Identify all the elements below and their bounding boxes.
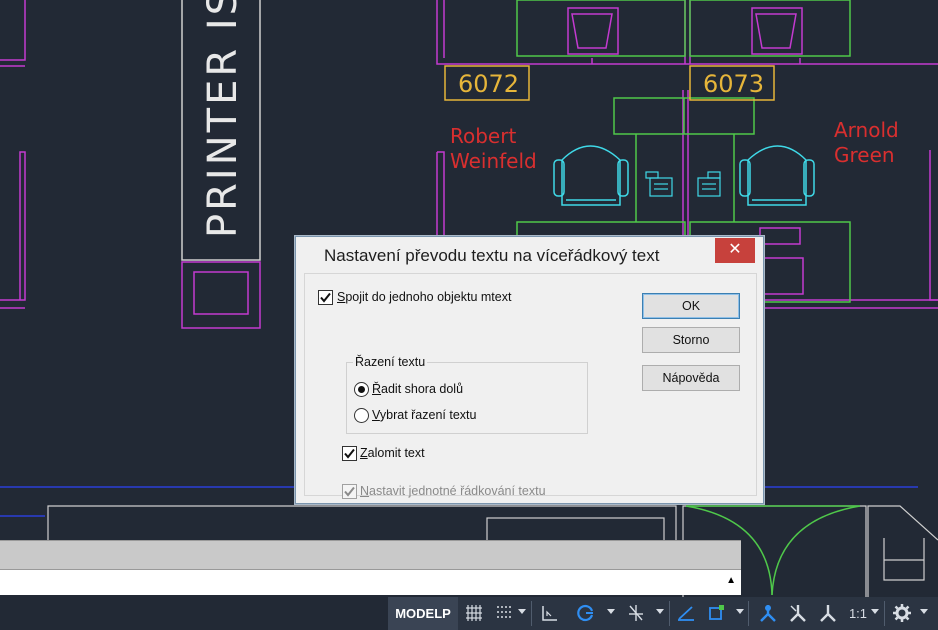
phone-icon [645, 171, 673, 197]
annotation-scale-icon[interactable] [818, 603, 838, 623]
svg-text:6073: 6073 [703, 70, 764, 98]
annotation-scale-value[interactable]: 1:1 [846, 597, 870, 630]
chair-icon [739, 145, 815, 206]
wrap-text-label[interactable]: Zalomit text [360, 446, 425, 460]
status-separator [748, 601, 749, 626]
command-history-bar[interactable] [0, 540, 741, 569]
ortho-icon[interactable] [540, 603, 560, 623]
radio-selected-dot [358, 386, 365, 393]
svg-text:Green: Green [834, 143, 895, 167]
svg-text:6072: 6072 [458, 70, 519, 98]
person-name-right: Arnold Green [834, 118, 899, 167]
uniform-line-spacing-checkbox [342, 484, 357, 499]
settings-gear-icon[interactable] [892, 603, 912, 623]
sort-text-group [346, 362, 588, 434]
autoscale-icon[interactable] [788, 603, 808, 623]
scale-dropdown-icon[interactable] [871, 609, 879, 614]
customization-dropdown-icon[interactable] [920, 609, 928, 614]
status-separator [669, 601, 670, 626]
isodraft-dropdown-icon[interactable] [656, 609, 664, 614]
snap-icon[interactable] [494, 603, 514, 623]
dialog-titlebar[interactable]: Nastavení převodu textu na víceřádkový t… [296, 237, 763, 273]
combine-mtext-checkbox[interactable] [318, 290, 333, 305]
printer-label: PRINTER IS [200, 0, 246, 238]
room-tag-6073: 6073 [689, 65, 775, 101]
ok-button[interactable]: OK [642, 293, 740, 319]
phone-icon [697, 171, 721, 197]
checkmark-icon [320, 292, 331, 303]
person-name-left: Robert Weinfeld [450, 124, 537, 173]
annotation-visibility-icon[interactable] [758, 603, 778, 623]
close-icon[interactable]: ✕ [715, 238, 755, 263]
object-snap-icon[interactable] [706, 603, 726, 623]
command-history-up-icon[interactable]: ▲ [726, 575, 736, 586]
model-space-toggle[interactable]: MODELP [388, 597, 458, 630]
select-sort-order-label[interactable]: Vybrat řazení textu [372, 408, 476, 422]
checkmark-icon [344, 486, 355, 497]
dialog-body: Spojit do jednoho objektu mtext Řazení t… [304, 273, 757, 499]
chair-icon [553, 145, 629, 206]
dialog-title: Nastavení převodu textu na víceřádkový t… [324, 246, 660, 265]
svg-text:Weinfeld: Weinfeld [450, 149, 537, 173]
cancel-button[interactable]: Storno [642, 327, 740, 353]
polar-dropdown-icon[interactable] [607, 609, 615, 614]
select-sort-order-radio[interactable] [354, 408, 369, 423]
left-cubicle-walls [0, 0, 26, 309]
polar-icon[interactable] [576, 603, 596, 623]
combine-mtext-label[interactable]: Spojit do jednoho objektu mtext [337, 290, 511, 304]
grid-icon[interactable] [464, 603, 484, 623]
wrap-text-checkbox[interactable] [342, 446, 357, 461]
status-separator [884, 601, 885, 626]
svg-text:Robert: Robert [450, 124, 516, 148]
snap-dropdown-icon[interactable] [518, 609, 526, 614]
sort-text-group-label: Řazení textu [353, 355, 428, 369]
isodraft-icon[interactable] [626, 603, 646, 623]
object-snap-dropdown-icon[interactable] [736, 609, 744, 614]
checkmark-icon [344, 448, 355, 459]
help-button[interactable]: Nápověda [642, 365, 740, 391]
object-snap-tracking-icon[interactable] [676, 603, 696, 623]
status-bar: MODELP 1:1 [388, 597, 938, 630]
svg-text:Arnold: Arnold [834, 118, 899, 142]
room-tag-6072: 6072 [444, 65, 530, 101]
uniform-line-spacing-label: Nastavit jednotné řádkování textu [360, 484, 546, 498]
sort-top-down-radio[interactable] [354, 382, 369, 397]
status-separator [531, 601, 532, 626]
command-input[interactable]: ▲ [0, 569, 741, 595]
convert-to-mtext-dialog: Nastavení převodu textu na víceřádkový t… [295, 236, 764, 504]
sort-top-down-label[interactable]: Řadit shora dolů [372, 382, 463, 396]
printer-area: PRINTER IS [181, 0, 261, 329]
